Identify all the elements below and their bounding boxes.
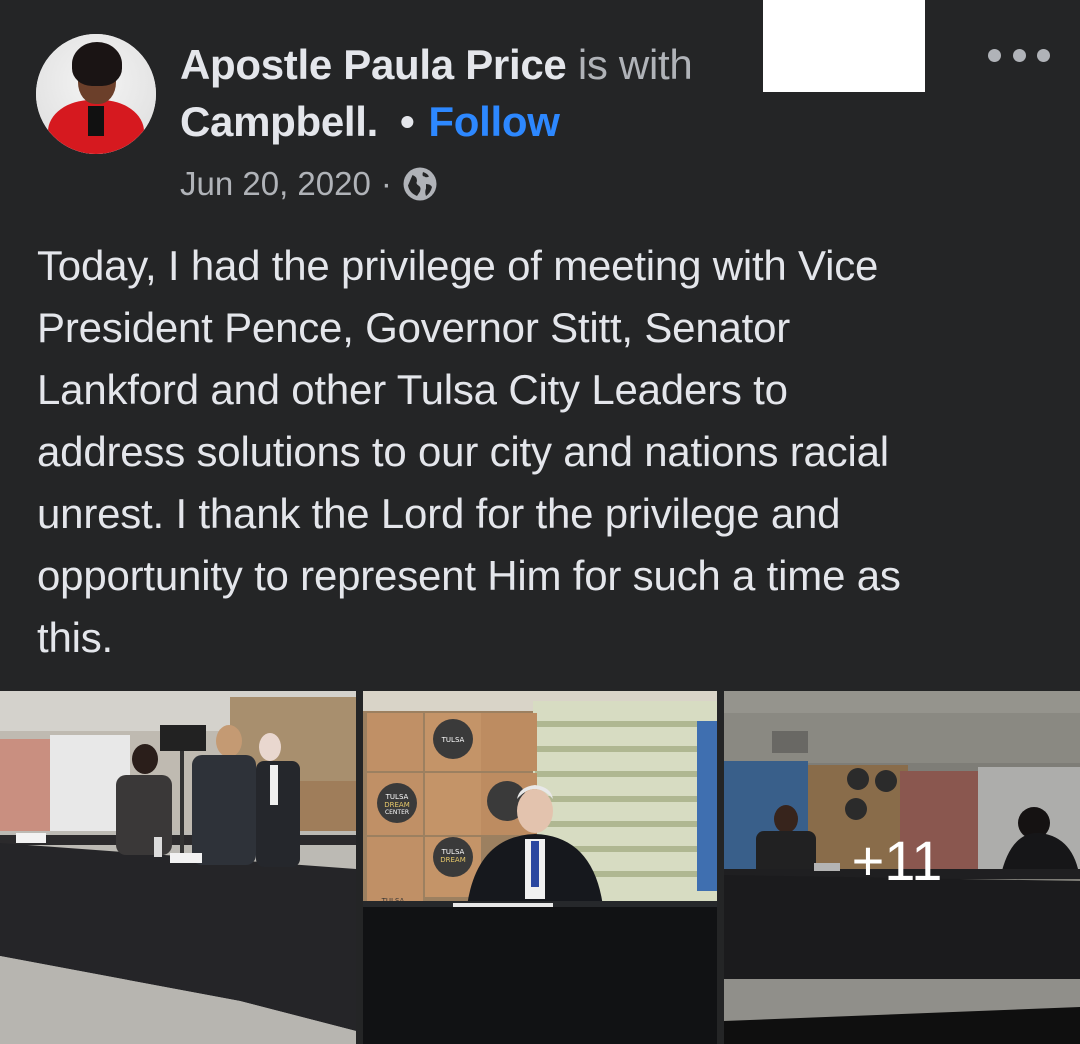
box-label: TULSA <box>441 736 465 744</box>
post-meta: Jun 20, 2020 · <box>180 162 438 206</box>
photo-3[interactable]: +11 <box>724 691 1080 1044</box>
photo-grid: TULSA TULSA DREAM CENTER TULSA DREAM TUL… <box>0 691 1080 1044</box>
redaction-box <box>763 0 925 92</box>
tagged-name[interactable]: Campbell. <box>180 98 378 145</box>
more-photos-overlay[interactable]: +11 <box>724 691 1080 1044</box>
separator-dot: • <box>400 98 415 145</box>
post-body-text: Today, I had the privilege of meeting wi… <box>37 242 901 661</box>
tagged-line: Campbell. • Follow <box>180 95 560 149</box>
author-line: Apostle Paula Price is with <box>180 38 693 92</box>
photo-1-image <box>0 691 356 1044</box>
author-name[interactable]: Apostle Paula Price <box>180 41 567 88</box>
box-label: DREAM <box>440 856 466 864</box>
globe-icon[interactable] <box>402 166 438 202</box>
box-label: TULSA <box>385 793 409 801</box>
post-date[interactable]: Jun 20, 2020 <box>180 162 371 206</box>
meta-separator: · <box>380 165 392 202</box>
box-label: CENTER <box>385 809 409 816</box>
more-photos-count: +11 <box>851 829 943 892</box>
photo-2-image: TULSA TULSA DREAM CENTER TULSA DREAM TUL… <box>363 691 717 1044</box>
box-label: DREAM <box>384 801 410 809</box>
with-text: is with <box>577 41 693 88</box>
author-avatar[interactable] <box>36 34 156 154</box>
photo-1[interactable] <box>0 691 356 1044</box>
photo-2[interactable]: TULSA TULSA DREAM CENTER TULSA DREAM TUL… <box>363 691 717 1044</box>
more-options-icon[interactable] <box>988 40 1050 70</box>
post-header: Apostle Paula Price is with Campbell. • Fo… <box>0 0 1080 215</box>
follow-button[interactable]: Follow <box>428 98 559 145</box>
box-label: TULSA <box>441 848 465 856</box>
